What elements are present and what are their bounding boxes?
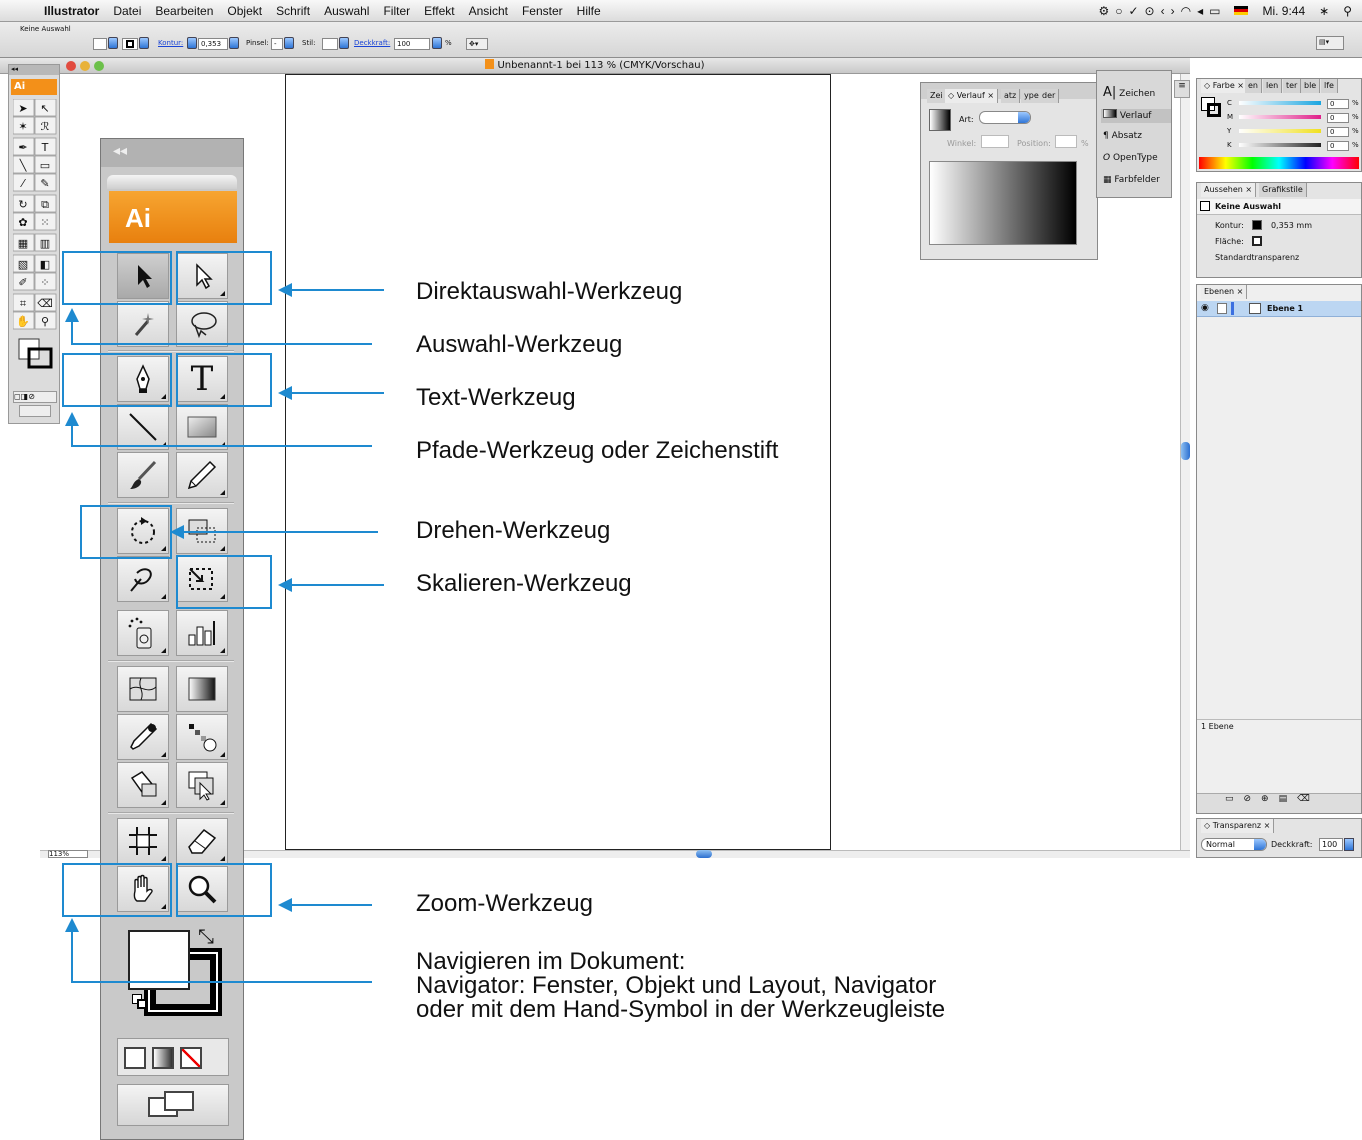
callout-connectors bbox=[65, 283, 384, 983]
